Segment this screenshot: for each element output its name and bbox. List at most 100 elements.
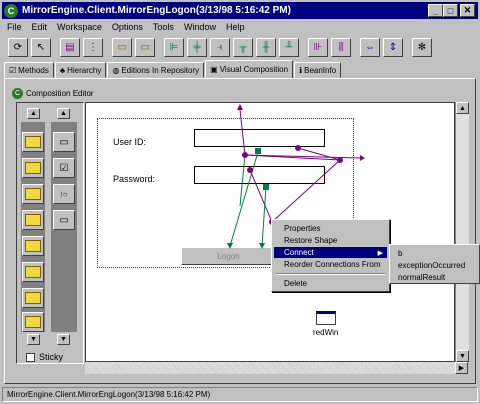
align-top-icon[interactable]: ╥ <box>233 37 253 57</box>
select-icon[interactable]: ▭ <box>112 37 132 57</box>
composition-editor-label: C Composition Editor <box>12 88 94 99</box>
palette-scroll-up-left[interactable]: ▲ <box>27 108 40 119</box>
align-center-icon[interactable]: ╪ <box>187 37 207 57</box>
menu-item-properties[interactable]: Properties <box>274 223 387 234</box>
tab-editions[interactable]: ◍ Editions In Repository <box>107 62 205 78</box>
tab-methods[interactable]: ☑ Methods <box>4 62 54 78</box>
palette-bean-checkbox[interactable]: ☑ <box>53 158 75 178</box>
toolbar: ⟳ ↖ ▤ ⋮ ▭ ▭ ⊫ ╪ ⫣ ╥ ╫ ╨ ⊪ ⫼ ⇔ ⇕ ✻ <box>2 36 478 58</box>
match-height-icon[interactable]: ⫼ <box>331 37 351 57</box>
view-tabs: ☑ Methods ♣ Hierarchy ◍ Editions In Repo… <box>4 60 476 78</box>
submenu-item-exception-occurred[interactable]: exceptionOccurred <box>398 261 465 270</box>
menu-item-connect[interactable]: Connect ▶ <box>274 247 387 258</box>
minimize-button[interactable]: _ <box>428 4 443 17</box>
password-field[interactable] <box>194 166 325 184</box>
distribute-h-icon[interactable]: ⇔ <box>360 37 380 57</box>
button-icon: ▭ <box>59 214 69 226</box>
palette-category-8[interactable] <box>22 312 44 332</box>
palette-bean-rectangle[interactable]: ▭ <box>53 132 75 152</box>
editions-icon: ◍ <box>112 65 120 75</box>
menu-item-reorder-connections[interactable]: Reorder Connections From <box>274 259 387 270</box>
palette-category-5[interactable] <box>22 236 44 256</box>
scroll-down-button[interactable]: ▼ <box>456 350 469 362</box>
logon-button[interactable]: Logon <box>181 247 276 265</box>
scroll-right-button[interactable]: ▶ <box>455 362 468 374</box>
application-window: C MirrorEngine.Client.MirrorEngLogon(3/1… <box>0 0 480 404</box>
tab-beaninfo[interactable]: ℹ BeanInfo <box>294 62 342 78</box>
palette-scroll-down-left[interactable]: ▼ <box>27 334 40 345</box>
tab-hierarchy[interactable]: ♣ Hierarchy <box>54 62 107 78</box>
folder-icon <box>25 188 41 200</box>
folder-icon <box>25 162 41 174</box>
align-middle-icon[interactable]: ╫ <box>256 37 276 57</box>
connect-submenu: b exceptionOccurred normalResult <box>389 244 480 284</box>
align-bottom-icon[interactable]: ╨ <box>279 37 299 57</box>
palette-category-1[interactable] <box>22 132 44 152</box>
palette-category-4[interactable] <box>22 210 44 230</box>
distribute-v-icon[interactable]: ⇕ <box>383 37 403 57</box>
menu-item-restore-shape[interactable]: Restore Shape <box>274 235 387 246</box>
folder-icon <box>25 292 41 304</box>
status-bar: MirrorEngine.Client.MirrorEngLogon(3/13/… <box>2 387 478 402</box>
list-icon[interactable]: ⋮ <box>83 37 103 57</box>
folder-icon <box>25 266 41 278</box>
menu-edit[interactable]: Edit <box>27 22 53 32</box>
title-bar: C MirrorEngine.Client.MirrorEngLogon(3/1… <box>2 2 478 19</box>
vertical-scrollbar[interactable]: ▲ ▼ <box>455 102 469 362</box>
menu-separator <box>276 273 385 275</box>
context-menu: Properties Restore Shape Connect ▶ Reord… <box>271 219 390 292</box>
hierarchy-icon: ♣ <box>59 65 66 75</box>
menu-bar: File Edit Workspace Options Tools Window… <box>2 19 478 35</box>
password-label: Password: <box>113 174 156 184</box>
radio-group-icon: ⁝○ <box>60 189 68 199</box>
window-icon <box>315 311 336 325</box>
palette-category-3[interactable] <box>22 184 44 204</box>
userid-field[interactable] <box>194 129 325 147</box>
submenu-item-b[interactable]: b <box>398 249 402 258</box>
menu-window[interactable]: Window <box>179 22 221 32</box>
palette-scroll-down-right[interactable]: ▼ <box>57 334 70 345</box>
palette-category-7[interactable] <box>22 288 44 308</box>
menu-file[interactable]: File <box>2 22 27 32</box>
submenu-item-normal-result[interactable]: normalResult <box>398 273 445 282</box>
refresh-icon[interactable]: ⟳ <box>8 37 28 57</box>
close-button[interactable]: ✕ <box>460 4 475 17</box>
menu-item-delete[interactable]: Delete <box>274 278 387 289</box>
palette-category-6[interactable] <box>22 262 44 282</box>
select-all-icon[interactable]: ▭ <box>135 37 155 57</box>
redwin-bean[interactable]: redWin <box>313 311 338 337</box>
folder-icon <box>25 136 41 148</box>
pointer-icon[interactable]: ↖ <box>31 37 51 57</box>
match-width-icon[interactable]: ⊪ <box>308 37 328 57</box>
folder-icon <box>25 240 41 252</box>
beaninfo-icon: ℹ <box>299 65 303 75</box>
window-title: MirrorEngine.Client.MirrorEngLogon(3/13/… <box>22 5 291 16</box>
checkbox-icon: ☑ <box>59 162 69 174</box>
palette-bean-radio-group[interactable]: ⁝○ <box>53 184 75 204</box>
menu-help[interactable]: Help <box>221 22 250 32</box>
menu-tools[interactable]: Tools <box>148 22 179 32</box>
sticky-checkbox[interactable]: Sticky <box>26 352 63 362</box>
folder-icon <box>25 316 41 328</box>
editor-icon: C <box>12 88 23 99</box>
folder-icon <box>25 214 41 226</box>
run-icon[interactable]: ✻ <box>412 37 432 57</box>
horizontal-scrollbar[interactable] <box>85 362 455 374</box>
palette-category-2[interactable] <box>22 158 44 178</box>
menu-options[interactable]: Options <box>107 22 148 32</box>
palette-bean-button[interactable]: ▭ <box>53 210 75 230</box>
tab-visual-composition[interactable]: ▣ Visual Composition <box>205 60 294 78</box>
menu-workspace[interactable]: Workspace <box>52 22 107 32</box>
app-icon[interactable]: C <box>4 3 18 18</box>
maximize-button[interactable]: □ <box>443 4 458 17</box>
align-left-icon[interactable]: ⊫ <box>164 37 184 57</box>
scroll-up-button[interactable]: ▲ <box>456 102 469 114</box>
methods-icon: ☑ <box>9 65 17 75</box>
browse-icon[interactable]: ▤ <box>60 37 80 57</box>
align-right-icon[interactable]: ⫣ <box>210 37 230 57</box>
submenu-arrow-icon: ▶ <box>377 249 383 257</box>
userid-label: User ID: <box>113 137 147 147</box>
sticky-checkbox-box <box>26 352 35 362</box>
visual-composition-icon: ▣ <box>210 65 218 74</box>
palette-scroll-up-right[interactable]: ▲ <box>57 108 70 119</box>
